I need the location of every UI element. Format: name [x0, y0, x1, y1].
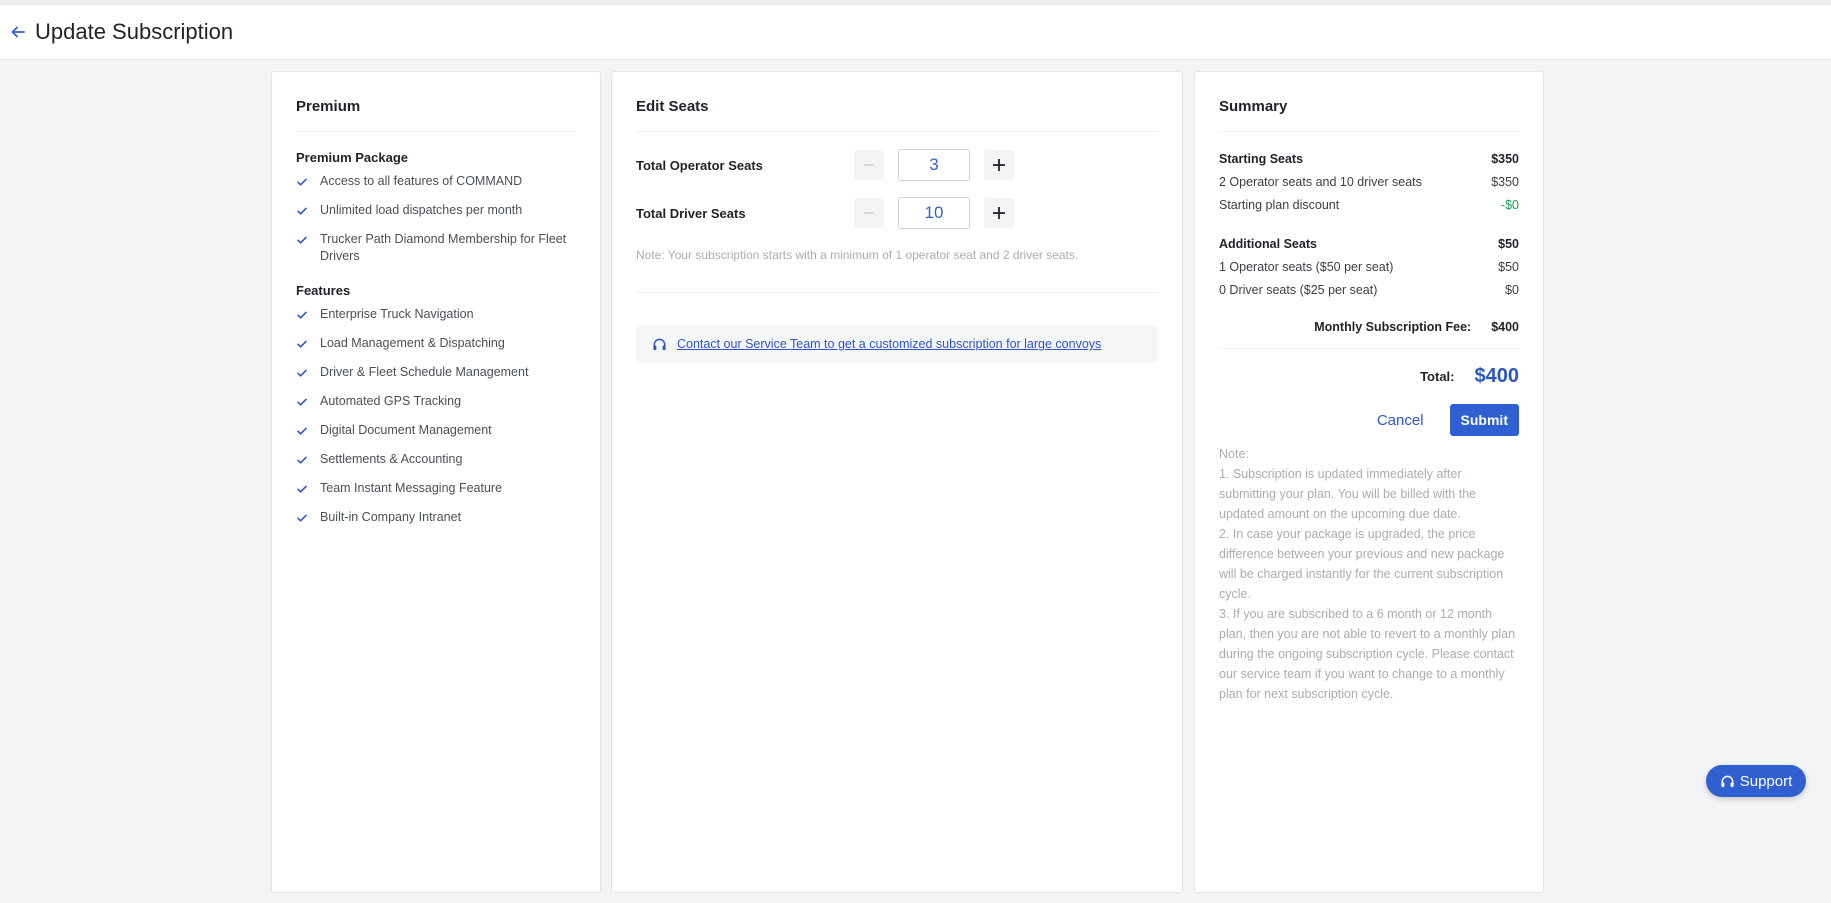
contact-service-link[interactable]: Contact our Service Team to get a custom… — [677, 337, 1101, 351]
list-item: Enterprise Truck Navigation — [296, 306, 576, 323]
premium-title: Premium — [296, 72, 576, 132]
driver-extra-row: 0 Driver seats ($25 per seat) $0 — [1219, 283, 1519, 297]
summary-card: Summary Starting Seats $350 2 Operator s… — [1194, 71, 1544, 893]
starting-detail-row: 2 Operator seats and 10 driver seats $35… — [1219, 175, 1519, 189]
seats-note: Note: Your subscription starts with a mi… — [636, 248, 1158, 293]
edit-seats-card: Edit Seats Total Operator Seats 3 Total … — [611, 71, 1183, 893]
back-arrow-icon[interactable] — [1, 15, 35, 49]
contact-banner: Contact our Service Team to get a custom… — [636, 325, 1158, 363]
driver-seats-row: Total Driver Seats 10 — [636, 196, 1158, 230]
check-icon — [297, 514, 307, 522]
plus-icon — [993, 159, 1005, 171]
submit-button[interactable]: Submit — [1449, 404, 1519, 436]
driver-seats-label: Total Driver Seats — [636, 205, 746, 221]
package-list: Access to all features of COMMAND Unlimi… — [296, 173, 576, 265]
list-item: Unlimited load dispatches per month — [296, 202, 576, 219]
headset-icon — [1721, 775, 1734, 787]
driver-increment-button[interactable] — [984, 198, 1014, 228]
operator-increment-button[interactable] — [984, 150, 1014, 180]
list-item: Team Instant Messaging Feature — [296, 480, 576, 497]
headset-icon — [653, 338, 666, 350]
edit-seats-title: Edit Seats — [636, 72, 1158, 132]
total-row: Total: $400 — [1420, 365, 1520, 387]
package-title: Premium Package — [296, 150, 409, 165]
list-item: Load Management & Dispatching — [296, 335, 576, 352]
features-title: Features — [296, 283, 351, 298]
check-icon — [297, 369, 307, 377]
minus-icon — [864, 164, 874, 166]
check-icon — [297, 340, 307, 348]
list-item: Automated GPS Tracking — [296, 393, 576, 410]
plus-icon — [993, 207, 1005, 219]
starting-seats-row: Starting Seats $350 — [1219, 152, 1519, 166]
premium-card: Premium Premium Package Access to all fe… — [271, 71, 601, 893]
check-icon — [297, 207, 307, 215]
operator-extra-row: 1 Operator seats ($50 per seat) $50 — [1219, 260, 1519, 274]
check-icon — [297, 178, 307, 186]
check-icon — [297, 427, 307, 435]
list-item: Digital Document Management — [296, 422, 576, 439]
monthly-fee-row: Monthly Subscription Fee: $400 — [1219, 320, 1519, 349]
check-icon — [297, 485, 307, 493]
check-icon — [297, 311, 307, 319]
page-title: Update Subscription — [35, 19, 234, 44]
operator-seats-input[interactable]: 3 — [898, 149, 970, 181]
list-item: Driver & Fleet Schedule Management — [296, 364, 576, 381]
minus-icon — [864, 212, 874, 214]
operator-seats-label: Total Operator Seats — [636, 157, 763, 173]
cancel-button[interactable]: Cancel — [1377, 412, 1424, 429]
top-bar: Update Subscription — [0, 0, 1831, 60]
total-value: $400 — [1474, 365, 1520, 387]
list-item: Trucker Path Diamond Membership for Flee… — [296, 231, 576, 265]
check-icon — [297, 456, 307, 464]
operator-decrement-button[interactable] — [854, 150, 884, 180]
list-item: Built-in Company Intranet — [296, 509, 576, 526]
summary-notes: Note: 1. Subscription is updated immedia… — [1219, 447, 1516, 701]
list-item: Settlements & Accounting — [296, 451, 576, 468]
support-button[interactable]: Support — [1706, 765, 1806, 797]
driver-seats-input[interactable]: 10 — [898, 197, 970, 229]
summary-title: Summary — [1219, 72, 1519, 132]
support-label: Support — [1739, 772, 1793, 790]
check-icon — [297, 236, 307, 244]
features-list: Enterprise Truck Navigation Load Managem… — [296, 306, 576, 526]
additional-seats-row: Additional Seats $50 — [1219, 237, 1519, 251]
check-icon — [297, 398, 307, 406]
discount-row: Starting plan discount -$0 — [1219, 198, 1519, 212]
operator-seats-row: Total Operator Seats 3 — [636, 148, 1158, 182]
summary-actions: Cancel Submit — [1219, 404, 1519, 436]
driver-decrement-button[interactable] — [854, 198, 884, 228]
list-item: Access to all features of COMMAND — [296, 173, 576, 190]
